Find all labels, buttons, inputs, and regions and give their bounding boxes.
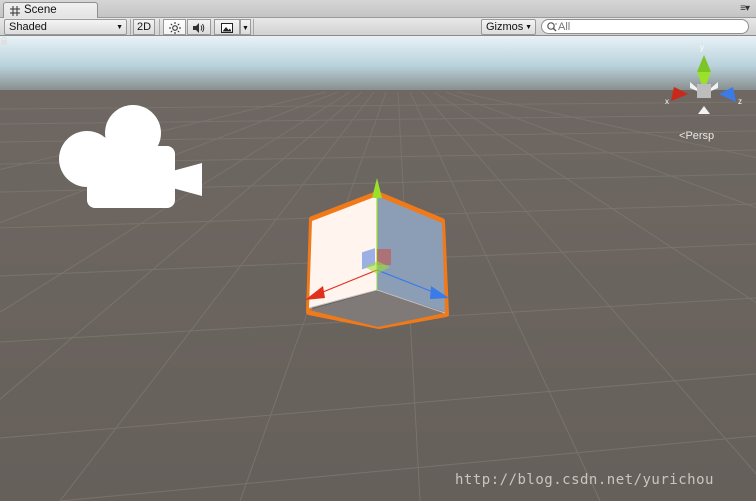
scene-canvas: y x z xyxy=(0,36,756,501)
scene-effects-button[interactable] xyxy=(214,19,240,35)
projection-label: Persp xyxy=(685,130,715,142)
scene-search-field[interactable] xyxy=(541,19,749,34)
tab-scene[interactable]: Scene xyxy=(3,2,98,19)
image-icon xyxy=(221,23,233,33)
search-icon xyxy=(547,22,557,32)
scene-toolbar: Shaded ▼ 2D ▼ Gizmos ▼ xyxy=(0,18,756,36)
tab-menu-icon[interactable]: ≡▾ xyxy=(740,3,750,14)
toolbar-divider xyxy=(130,19,131,35)
toolbar-divider xyxy=(253,19,254,35)
chevron-down-icon: ▼ xyxy=(525,24,532,31)
toggle-2d-button[interactable]: 2D xyxy=(133,19,155,35)
toolbar-divider xyxy=(159,19,160,35)
axis-label-x: x xyxy=(665,97,669,106)
tab-scene-label: Scene xyxy=(24,4,57,16)
chevron-down-icon: ▼ xyxy=(242,25,249,32)
search-input[interactable] xyxy=(558,20,718,33)
shading-mode-dropdown[interactable]: Shaded ▼ xyxy=(4,19,127,35)
scene-lighting-button[interactable] xyxy=(163,19,186,35)
axis-label-y: y xyxy=(700,43,704,52)
axis-label-z: z xyxy=(738,97,742,106)
gizmos-dropdown[interactable]: Gizmos ▼ xyxy=(481,19,536,35)
scene-viewport[interactable]: y x z <Persp http://blog.csdn.net/yurich… xyxy=(0,36,756,501)
sun-icon xyxy=(168,22,181,34)
speaker-icon xyxy=(193,23,205,33)
grid-icon xyxy=(10,6,20,16)
projection-toggle[interactable]: <Persp xyxy=(679,130,714,142)
tab-strip: Scene ≡▾ xyxy=(0,0,756,19)
gizmos-label: Gizmos xyxy=(486,21,524,33)
lock-icon[interactable] xyxy=(0,36,8,45)
watermark-text: http://blog.csdn.net/yurichou xyxy=(455,472,714,488)
chevron-down-icon: ▼ xyxy=(116,24,123,31)
sky-gradient xyxy=(0,36,756,90)
effects-dropdown-button[interactable]: ▼ xyxy=(240,19,251,35)
scene-audio-button[interactable] xyxy=(187,19,211,35)
shading-mode-value: Shaded xyxy=(9,21,47,33)
